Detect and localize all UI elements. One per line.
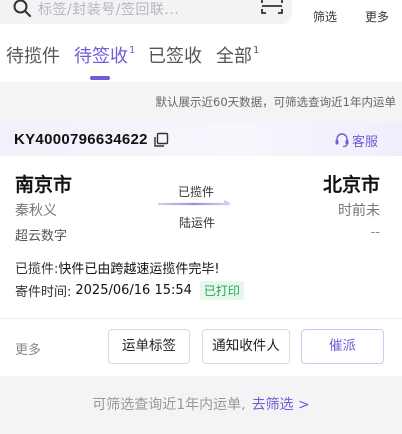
filter-label: 筛选 [312,10,337,24]
tab-label: 待揽件 [6,46,60,67]
send-time-value: 2025/06/16 15:54 [75,283,192,298]
tab-received[interactable]: 已签收 [148,42,202,68]
tab-pending-pickup[interactable]: 待揽件 [6,42,60,68]
route-arrow-icon [158,200,231,206]
tab-count: 1 [253,45,260,56]
customer-service-label: 客服 [352,135,379,150]
more-icon [357,0,397,1]
more-menu-button[interactable]: 更多 [357,0,397,26]
recipient-company: -- [370,225,380,240]
waybill-card[interactable]: KY4000796634622 客服 南京市 北京市 秦秋义 时前未 超云数字 … [0,122,402,376]
send-time-info: 寄件时间: 2025/06/16 15:54 已打印 [15,281,244,300]
footer-tip: 可筛选查询近1年内运单, 去筛选 > [0,394,402,414]
pickup-label: 已揽件: [15,262,59,277]
origin-city: 南京市 [15,174,73,196]
headset-icon [335,133,349,148]
filter-icon [305,0,345,1]
scan-icon[interactable] [261,0,283,15]
waybill-label-button[interactable]: 运单标签 [108,329,190,364]
printed-badge: 已打印 [199,281,244,300]
search-icon [13,0,31,17]
tab-count: 1 [129,45,136,56]
search-box[interactable]: 标签/封装号/签回联... [0,0,292,24]
tab-all[interactable]: 全部1 [216,42,259,68]
card-more-button[interactable]: 更多 [15,339,41,358]
notify-recipient-button[interactable]: 通知收件人 [202,329,290,364]
status-tabs: 待揽件 待签收1 已签收 全部1 [0,28,402,82]
data-range-notice: 默认展示近60天数据，可筛选查询近1年内运单 [155,95,396,109]
sender-name: 秦秋义 [15,203,57,219]
more-label: 更多 [364,10,389,24]
card-divider [0,318,402,319]
sender-company: 超云数字 [15,229,68,244]
footer-tip-text: 可筛选查询近1年内运单, [92,397,246,413]
send-time-label: 寄件时间: [15,285,72,300]
search-input[interactable]: 标签/封装号/签回联... [38,0,179,19]
shipment-status: 已揽件 [178,185,215,199]
transport-type: 陆运件 [179,216,216,230]
tab-pending-receipt[interactable]: 待签收1 [74,42,135,68]
active-tab-indicator [90,76,110,80]
recipient-name: 时前未 [338,203,380,219]
filter-button[interactable]: 筛选 [305,0,345,26]
go-filter-link[interactable]: 去筛选 > [252,397,310,413]
urge-delivery-button[interactable]: 催派 [301,329,384,364]
tab-label: 已签收 [148,46,202,67]
copy-icon[interactable] [153,132,169,148]
pickup-text: 快件已由跨越速运揽件完毕! [58,262,220,277]
tab-label: 全部 [216,46,252,67]
top-bar: 标签/封装号/签回联... 筛选 更多 [0,0,402,28]
waybill-number: KY4000796634622 [14,131,148,148]
pickup-info: 已揽件:快件已由跨越速运揽件完毕! [15,258,220,277]
card-header: KY4000796634622 客服 [0,122,402,156]
tab-label: 待签收 [74,46,128,67]
destination-city: 北京市 [322,174,380,196]
